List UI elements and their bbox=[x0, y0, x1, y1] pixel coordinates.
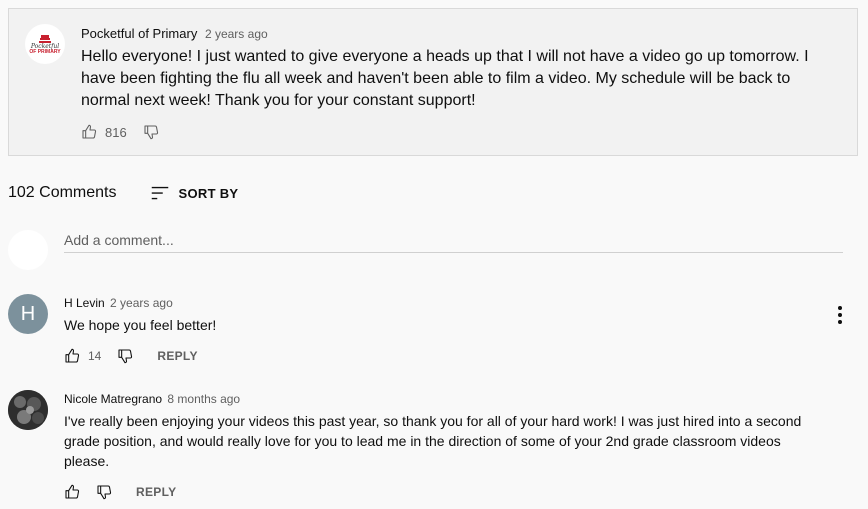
comment-item: Nicole Matregrano 8 months ago I've real… bbox=[8, 390, 860, 502]
logo-subtext: OF PRIMARY bbox=[29, 48, 61, 55]
post-header: Pocketful of Primary 2 years ago bbox=[81, 26, 268, 41]
comment-text: I've really been enjoying your videos th… bbox=[64, 413, 802, 469]
creator-post: Pocketful OF PRIMARY Pocketful of Primar… bbox=[8, 8, 858, 156]
comment-text: We hope you feel better! bbox=[64, 317, 217, 333]
like-icon[interactable] bbox=[81, 124, 97, 140]
more-options-icon[interactable] bbox=[838, 306, 842, 324]
logo-bell-icon bbox=[39, 34, 51, 43]
comment-author[interactable]: H Levin bbox=[64, 296, 105, 310]
comment-header: Nicole Matregrano 8 months ago bbox=[64, 392, 240, 406]
avatar-photo-icon bbox=[8, 390, 48, 430]
post-time[interactable]: 2 years ago bbox=[205, 27, 268, 41]
sort-by-label: SORT BY bbox=[178, 185, 239, 201]
dislike-icon[interactable] bbox=[143, 124, 159, 140]
add-comment-input[interactable] bbox=[64, 228, 843, 253]
sort-icon bbox=[149, 182, 171, 204]
comment-time[interactable]: 2 years ago bbox=[110, 296, 173, 310]
like-icon[interactable] bbox=[64, 484, 80, 500]
reply-button[interactable]: REPLY bbox=[136, 485, 176, 499]
post-text: Hello everyone! I just wanted to give ev… bbox=[81, 48, 809, 109]
comments-page: Pocketful OF PRIMARY Pocketful of Primar… bbox=[0, 0, 868, 509]
comments-header: 102 Comments SORT BY bbox=[8, 182, 238, 204]
post-actions: 816 bbox=[81, 124, 159, 140]
comment-item: H H Levin 2 years ago We hope you feel b… bbox=[8, 294, 860, 364]
user-avatar bbox=[8, 230, 48, 270]
comment-header: H Levin 2 years ago bbox=[64, 296, 173, 310]
comments-count: 102 Comments bbox=[8, 184, 117, 201]
reply-button[interactable]: REPLY bbox=[157, 349, 197, 363]
dislike-icon[interactable] bbox=[117, 348, 133, 364]
post-author[interactable]: Pocketful of Primary bbox=[81, 26, 197, 41]
comment-time[interactable]: 8 months ago bbox=[167, 392, 240, 406]
sort-by-button[interactable]: SORT BY bbox=[149, 182, 239, 204]
commenter-avatar[interactable]: H bbox=[8, 294, 48, 334]
channel-avatar[interactable]: Pocketful OF PRIMARY bbox=[25, 24, 65, 64]
commenter-avatar[interactable] bbox=[8, 390, 48, 430]
comment-author[interactable]: Nicole Matregrano bbox=[64, 392, 162, 406]
like-count: 14 bbox=[88, 349, 102, 363]
like-count: 816 bbox=[105, 124, 127, 140]
like-icon[interactable] bbox=[64, 348, 80, 364]
dislike-icon[interactable] bbox=[96, 484, 112, 500]
comment-actions: REPLY bbox=[64, 484, 176, 500]
comment-actions: 14 REPLY bbox=[64, 348, 198, 364]
